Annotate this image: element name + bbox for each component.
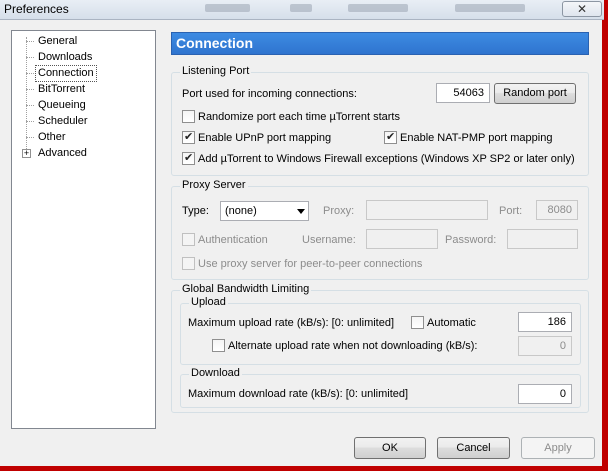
username-label: Username: <box>302 234 356 246</box>
tree-connector <box>26 73 34 74</box>
tree-connector <box>26 121 34 122</box>
max-upload-label: Maximum upload rate (kB/s): [0: unlimite… <box>188 317 395 329</box>
proxy-port-label: Port: <box>499 205 523 217</box>
proxy-type-select[interactable]: (none) <box>220 201 309 221</box>
username-input[interactable] <box>366 229 438 249</box>
title-bar-blur <box>348 4 408 12</box>
proxy-type-label: Type: <box>182 205 209 217</box>
title-bar[interactable]: Preferences ✕ <box>0 0 604 20</box>
proxy-port-input[interactable]: 8080 <box>536 200 578 220</box>
tree-connector <box>26 41 34 42</box>
automatic-upload-checkbox[interactable] <box>411 316 424 329</box>
upnp-label[interactable]: Enable UPnP port mapping <box>198 131 331 145</box>
proxy-p2p-checkbox[interactable] <box>182 257 195 270</box>
tree-item-queueing[interactable]: Queueing <box>36 98 88 113</box>
tree-item-general[interactable]: General <box>36 34 79 49</box>
incoming-port-label: Port used for incoming connections: <box>182 88 357 100</box>
automatic-upload-label[interactable]: Automatic <box>427 316 476 330</box>
preferences-window: Preferences ✕ General Downloads Connecti… <box>0 0 604 468</box>
tree-connector <box>26 137 34 138</box>
authentication-checkbox[interactable] <box>182 233 195 246</box>
nat-pmp-label[interactable]: Enable NAT-PMP port mapping <box>400 131 552 145</box>
firewall-exception-label[interactable]: Add µTorrent to Windows Firewall excepti… <box>198 152 575 166</box>
max-download-input[interactable]: 0 <box>518 384 572 404</box>
proxy-type-value: (none) <box>225 205 257 217</box>
title-bar-blur <box>290 4 312 12</box>
password-input[interactable] <box>507 229 578 249</box>
cancel-button[interactable]: Cancel <box>437 437 510 459</box>
tree-connector <box>26 89 34 90</box>
close-icon: ✕ <box>576 2 588 16</box>
chevron-down-icon <box>297 209 305 214</box>
tree-item-bittorrent[interactable]: BitTorrent <box>36 82 87 97</box>
randomize-port-label[interactable]: Randomize port each time µTorrent starts <box>198 110 400 124</box>
alt-upload-input[interactable]: 0 <box>518 336 572 356</box>
ok-button[interactable]: OK <box>354 437 426 459</box>
tree-item-other[interactable]: Other <box>36 130 68 145</box>
tree-item-scheduler[interactable]: Scheduler <box>36 114 90 129</box>
close-button[interactable]: ✕ <box>562 1 602 17</box>
apply-button[interactable]: Apply <box>521 437 595 459</box>
window-title: Preferences <box>4 2 69 16</box>
max-upload-input[interactable]: 186 <box>518 312 572 332</box>
alt-upload-label[interactable]: Alternate upload rate when not downloadi… <box>228 339 478 353</box>
category-tree[interactable]: General Downloads Connection BitTorrent … <box>11 30 156 429</box>
tree-item-downloads[interactable]: Downloads <box>36 50 94 65</box>
firewall-exception-checkbox[interactable] <box>182 151 195 165</box>
group-legend: Upload <box>189 296 228 308</box>
page-title: Connection <box>171 32 589 55</box>
nat-pmp-checkbox[interactable] <box>384 130 397 144</box>
random-port-button[interactable]: Random port <box>494 83 576 104</box>
incoming-port-input[interactable]: 54063 <box>436 83 490 103</box>
max-download-label: Maximum download rate (kB/s): [0: unlimi… <box>188 388 409 400</box>
expand-icon[interactable]: + <box>22 149 31 158</box>
tree-item-advanced[interactable]: Advanced <box>36 146 89 161</box>
group-legend: Global Bandwidth Limiting <box>180 283 312 295</box>
title-bar-blur <box>205 4 250 12</box>
randomize-port-checkbox[interactable] <box>182 110 195 123</box>
tree-connector <box>26 105 34 106</box>
tree-connector <box>26 57 34 58</box>
proxy-host-input[interactable] <box>366 200 488 220</box>
tree-item-connection[interactable]: Connection <box>35 65 97 82</box>
group-legend: Proxy Server <box>180 179 248 191</box>
alt-upload-checkbox[interactable] <box>212 339 225 352</box>
proxy-host-label: Proxy: <box>323 205 355 217</box>
title-bar-blur <box>455 4 525 12</box>
tree-connector <box>26 37 27 151</box>
upnp-checkbox[interactable] <box>182 130 195 144</box>
group-legend: Listening Port <box>180 65 252 77</box>
authentication-label[interactable]: Authentication <box>198 233 268 247</box>
proxy-p2p-label[interactable]: Use proxy server for peer-to-peer connec… <box>198 257 422 271</box>
password-label: Password: <box>445 234 497 246</box>
group-legend: Download <box>189 367 242 379</box>
